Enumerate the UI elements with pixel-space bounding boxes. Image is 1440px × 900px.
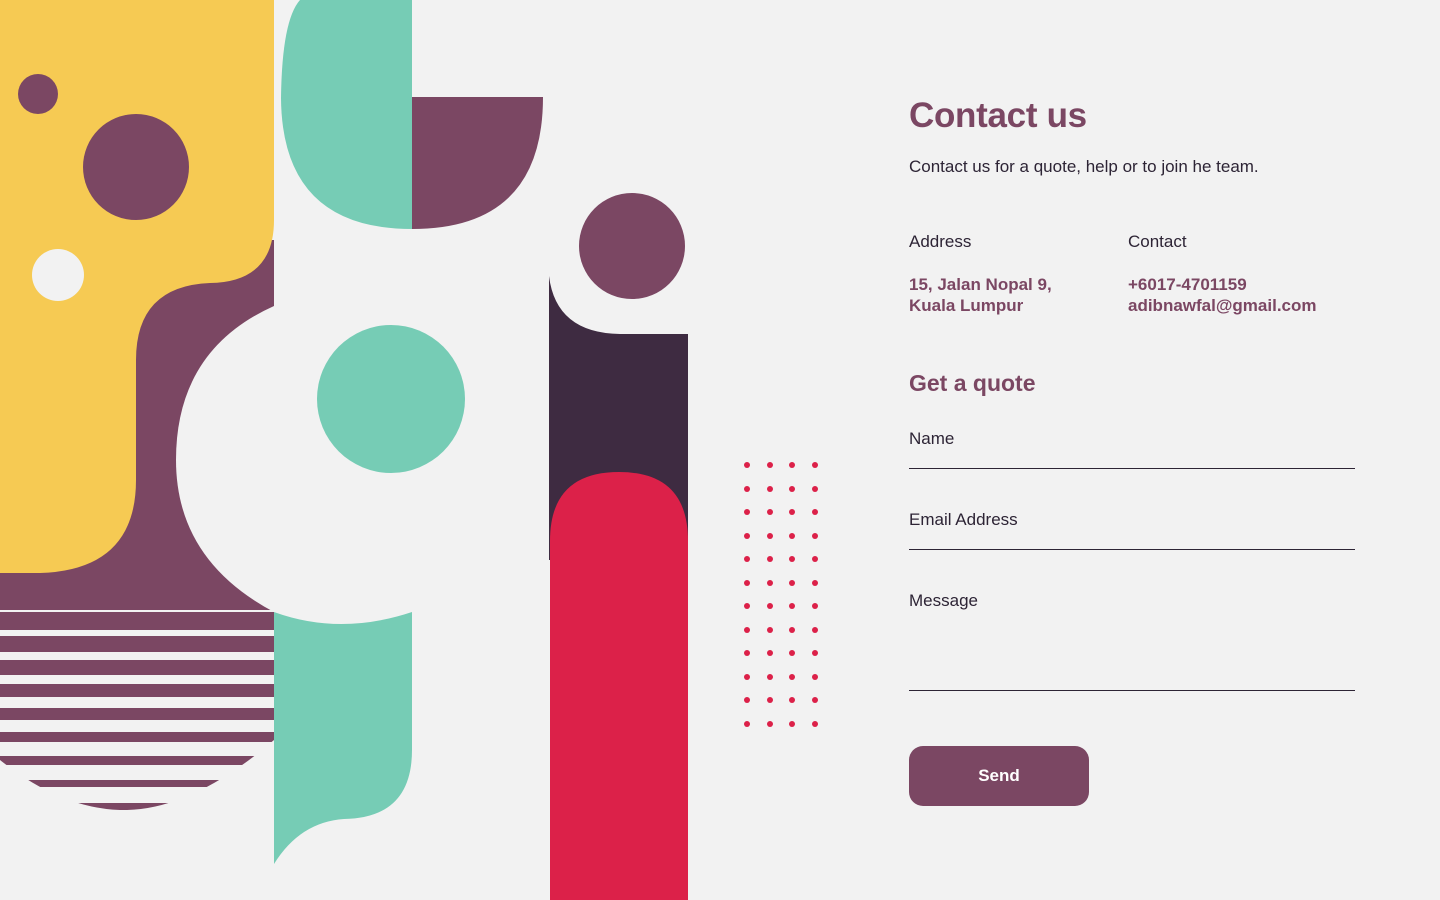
plum-quarter-circle	[412, 97, 543, 229]
address-line-2: Kuala Lumpur	[909, 296, 1024, 315]
quote-form-title: Get a quote	[909, 370, 1036, 396]
message-input[interactable]	[909, 619, 1355, 685]
striped-half-circle	[0, 612, 274, 810]
mint-circle	[317, 325, 465, 473]
plum-circle	[83, 114, 189, 220]
red-dot-grid	[744, 462, 818, 727]
name-label: Name	[909, 429, 955, 448]
plum-circle-right	[579, 193, 685, 299]
contact-label: Contact	[1128, 232, 1187, 251]
address-value: 15, Jalan Nopal 9, Kuala Lumpur	[909, 274, 1052, 316]
contact-panel: Contact us Contact us for a quote, help …	[909, 0, 1355, 900]
page-title: Contact us	[909, 96, 1087, 135]
message-field[interactable]: Message	[909, 591, 1355, 691]
email-field[interactable]: Email Address	[909, 510, 1355, 550]
email-label: Email Address	[909, 510, 1018, 529]
send-button[interactable]: Send	[909, 746, 1089, 806]
mint-lower-shape	[274, 612, 412, 864]
contact-block: Contact +6017-4701159 adibnawfal@gmail.c…	[1128, 232, 1317, 316]
phone-number: +6017-4701159	[1128, 275, 1247, 294]
message-label: Message	[909, 591, 978, 610]
contact-page: Contact us Contact us for a quote, help …	[0, 0, 1440, 900]
email-input[interactable]	[909, 529, 1355, 547]
address-line-1: 15, Jalan Nopal 9,	[909, 275, 1052, 294]
address-block: Address 15, Jalan Nopal 9, Kuala Lumpur	[909, 232, 1052, 316]
address-label: Address	[909, 232, 972, 251]
email-address: adibnawfal@gmail.com	[1128, 296, 1317, 315]
page-subtitle: Contact us for a quote, help or to join …	[909, 157, 1259, 176]
decorative-artwork	[0, 0, 818, 900]
name-field[interactable]: Name	[909, 429, 1355, 469]
crimson-pill	[550, 472, 688, 900]
white-dot	[32, 249, 84, 301]
contact-value: +6017-4701159 adibnawfal@gmail.com	[1128, 274, 1317, 316]
mint-half-circle	[281, 0, 412, 229]
name-input[interactable]	[909, 448, 1355, 466]
small-plum-dot	[18, 74, 58, 114]
